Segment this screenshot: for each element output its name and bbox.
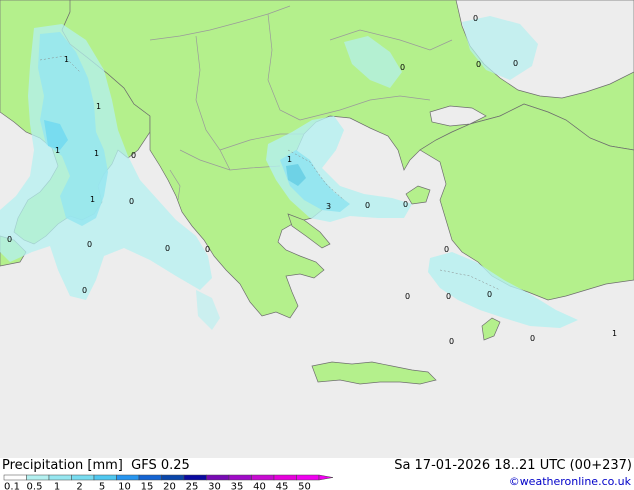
- contour-label: 0: [129, 197, 134, 206]
- legend-overflow-arrow: [318, 474, 334, 481]
- contour-label: 0: [403, 200, 408, 209]
- contour-label: 0: [444, 245, 449, 254]
- contour-label: 0: [487, 290, 492, 299]
- contour-label: 3: [326, 202, 331, 211]
- product-title: Precipitation [mm] GFS 0.25: [2, 458, 190, 473]
- contour-label: 1: [612, 329, 617, 338]
- legend-tick-label: 5: [99, 482, 105, 490]
- legend-tick-label: 35: [231, 482, 244, 490]
- legend-swatch: [116, 474, 140, 481]
- contour-label: 0: [476, 60, 481, 69]
- contour-label: 0: [165, 244, 170, 253]
- contour-label: 0: [405, 292, 410, 301]
- legend-tick-label: 25: [186, 482, 199, 490]
- contour-label: 0: [131, 151, 136, 160]
- legend-swatch: [228, 474, 252, 481]
- legend-tick-label: 10: [118, 482, 131, 490]
- legend-swatch: [251, 474, 275, 481]
- legend-tick-label: 40: [253, 482, 266, 490]
- legend-tick-label: 15: [141, 482, 154, 490]
- color-legend: 0.1 0.5 1 2 5 10 15 20 25 30 35 40 45 50: [3, 474, 334, 490]
- legend-swatch: [161, 474, 185, 481]
- contour-label: 0: [82, 286, 87, 295]
- credit-link[interactable]: ©weatheronline.co.uk: [509, 475, 631, 488]
- legend-swatch: [273, 474, 297, 481]
- contour-label: 1: [90, 195, 95, 204]
- contour-label: 1: [94, 149, 99, 158]
- contour-label: 1: [287, 155, 292, 164]
- valid-time: Sa 17-01-2026 18..21 UTC (00+237): [394, 458, 632, 473]
- contour-label: 1: [55, 146, 60, 155]
- legend-tick-label: 0.5: [27, 482, 43, 490]
- contour-label: 1: [64, 55, 69, 64]
- contour-label: 0: [87, 240, 92, 249]
- legend-tick-label: 20: [163, 482, 176, 490]
- legend-swatch: [93, 474, 117, 481]
- contour-label: 0: [400, 63, 405, 72]
- legend-tick-label: 2: [76, 482, 82, 490]
- legend-swatch: [48, 474, 72, 481]
- contour-label: 0: [513, 59, 518, 68]
- legend-bars: [3, 474, 334, 481]
- contour-label: 0: [446, 292, 451, 301]
- map-footer: Precipitation [mm] GFS 0.25 Sa 17-01-202…: [0, 458, 634, 490]
- legend-tick-label: 50: [298, 482, 311, 490]
- legend-tick-label: 30: [208, 482, 221, 490]
- legend-swatch: [296, 474, 320, 481]
- legend-tick-label: 1: [54, 482, 60, 490]
- legend-tick-label: 45: [276, 482, 289, 490]
- legend-swatch: [138, 474, 162, 481]
- legend-ticks: 0.1 0.5 1 2 5 10 15 20 25 30 35 40 45 50: [4, 482, 311, 490]
- contour-label: 0: [530, 334, 535, 343]
- legend-tick-label: 0.1: [4, 482, 20, 490]
- precipitation-map: 1 1 1 1 0 1 0 0 0 0 0 1 3 0 0 0 0 0 0 0 …: [0, 0, 634, 458]
- weather-map-page: 1 1 1 1 0 1 0 0 0 0 0 1 3 0 0 0 0 0 0 0 …: [0, 0, 634, 490]
- legend-swatch: [206, 474, 230, 481]
- contour-label: 0: [365, 201, 370, 210]
- contour-label: 1: [96, 102, 101, 111]
- legend-swatch: [71, 474, 95, 481]
- legend-swatch: [183, 474, 207, 481]
- model-label: GFS 0.25: [131, 458, 190, 473]
- contour-label: 0: [473, 14, 478, 23]
- contour-label: 0: [7, 235, 12, 244]
- contour-label: 0: [205, 245, 210, 254]
- legend-swatch: [26, 474, 50, 481]
- product-label: Precipitation [mm]: [2, 458, 123, 473]
- legend-swatch: [3, 474, 27, 481]
- contour-label: 0: [449, 337, 454, 346]
